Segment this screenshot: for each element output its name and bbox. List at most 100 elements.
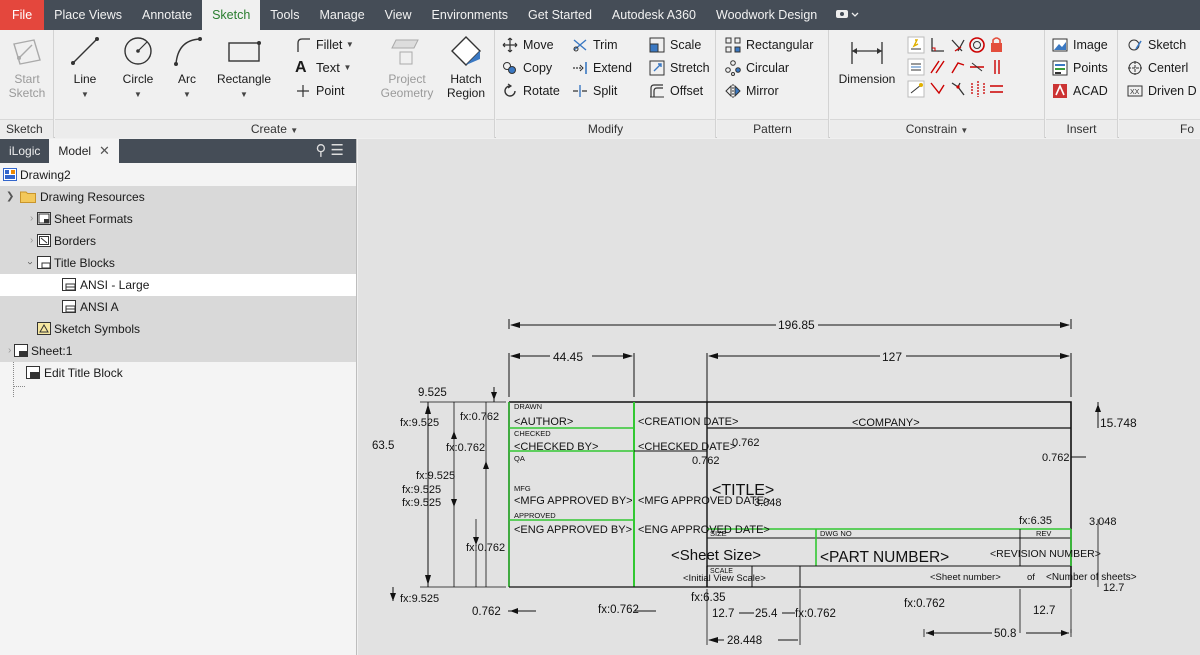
rectangular-pattern-button[interactable]: Rectangular bbox=[725, 34, 813, 56]
line-button[interactable]: Line ▼ bbox=[59, 34, 111, 102]
tab-woodwork-design[interactable]: Woodwork Design bbox=[706, 0, 827, 30]
hatch-region-button[interactable]: Hatch Region bbox=[440, 34, 492, 100]
arc-button[interactable]: Arc ▼ bbox=[161, 34, 213, 102]
point-button[interactable]: Point bbox=[295, 80, 345, 102]
tab-model[interactable]: Model ✕ bbox=[49, 139, 119, 163]
circular-pattern-button[interactable]: Circular bbox=[725, 57, 789, 79]
chevron-right-icon[interactable]: › bbox=[30, 208, 33, 230]
stretch-button[interactable]: Stretch bbox=[649, 57, 710, 79]
sheet-size-field[interactable]: <Sheet Size> bbox=[671, 547, 761, 564]
eng-approved-by-field[interactable]: <ENG APPROVED BY> bbox=[514, 524, 632, 536]
circle-button[interactable]: Circle ▼ bbox=[112, 34, 164, 102]
creation-date-field[interactable]: <CREATION DATE> bbox=[638, 416, 738, 428]
constrain-panel-title[interactable]: Constrain ▼ bbox=[830, 119, 1044, 138]
move-button[interactable]: Move bbox=[502, 34, 554, 56]
tree-item-drawing-resources[interactable]: ❯ Drawing Resources bbox=[0, 186, 356, 208]
vertical-icon[interactable] bbox=[994, 60, 1000, 74]
rectangle-button[interactable]: Rectangle ▼ bbox=[214, 34, 274, 102]
collinear-icon[interactable] bbox=[907, 58, 925, 76]
points-button[interactable]: Points bbox=[1052, 57, 1108, 79]
tangent-icon[interactable] bbox=[951, 39, 965, 52]
tab-get-started[interactable]: Get Started bbox=[518, 0, 602, 30]
tab-sketch[interactable]: Sketch bbox=[202, 0, 261, 30]
dimension-annotations[interactable]: 63.5 9.525 fx:9.525 fx:0.762 fx:0.762 fx… bbox=[372, 387, 1137, 647]
concentric-icon[interactable] bbox=[969, 37, 985, 53]
tab-tools[interactable]: Tools bbox=[260, 0, 309, 30]
mfg-approved-by-field[interactable]: <MFG APPROVED BY> bbox=[514, 495, 633, 507]
symmetric-icon[interactable] bbox=[930, 82, 945, 95]
start-sketch-button[interactable]: Start Sketch bbox=[1, 34, 53, 100]
mirror-button[interactable]: Mirror bbox=[725, 80, 779, 102]
rotate-button[interactable]: Rotate bbox=[502, 80, 560, 102]
coincident-icon[interactable] bbox=[907, 36, 925, 54]
horizontal-icon[interactable] bbox=[970, 62, 984, 72]
part-number-field[interactable]: <PART NUMBER> bbox=[820, 549, 949, 566]
tree-item-ansi-a[interactable]: ANSI A bbox=[0, 296, 356, 318]
project-geometry-button[interactable]: Project Geometry bbox=[378, 34, 436, 100]
company-field[interactable]: <COMPANY> bbox=[852, 417, 920, 429]
split-button[interactable]: Split bbox=[572, 80, 617, 102]
text-button[interactable]: A Text ▼ bbox=[295, 57, 351, 79]
dim-line-width-right: 0.762 bbox=[1042, 452, 1070, 464]
copy-button[interactable]: Copy bbox=[502, 57, 552, 79]
smooth-icon[interactable] bbox=[951, 62, 965, 74]
tab-place-views[interactable]: Place Views bbox=[44, 0, 132, 30]
tab-view[interactable]: View bbox=[375, 0, 422, 30]
eng-approved-date-field[interactable]: <ENG APPROVED DATE> bbox=[638, 524, 770, 536]
revision-number-field[interactable]: <REVISION NUMBER> bbox=[990, 548, 1101, 560]
checked-by-field[interactable]: <CHECKED BY> bbox=[514, 441, 598, 453]
tree-item-ansi-large[interactable]: ANSI - Large bbox=[0, 274, 356, 296]
trim-button[interactable]: Trim bbox=[572, 34, 618, 56]
fillet-button[interactable]: Fillet ▼ bbox=[295, 34, 354, 56]
chevron-down-icon[interactable]: ❯ bbox=[6, 186, 14, 208]
ribbon-options-icon[interactable] bbox=[827, 8, 869, 23]
sketch-only-button[interactable]: Sketch bbox=[1127, 34, 1186, 56]
offset-button[interactable]: Offset bbox=[649, 80, 703, 102]
drawing-canvas[interactable]: 196.85 44.45 127 DRAWN <AUTHOR> <CREATIO… bbox=[358, 139, 1200, 655]
equal-length-icon[interactable] bbox=[990, 85, 1003, 93]
tree-item-drawing[interactable]: Drawing2 bbox=[0, 164, 356, 186]
chevron-right-icon[interactable]: › bbox=[30, 230, 33, 252]
parallel-icon[interactable] bbox=[930, 60, 945, 74]
extend-button[interactable]: Extend bbox=[572, 57, 632, 79]
centerline-button[interactable]: Centerl bbox=[1127, 57, 1188, 79]
checked-date-field[interactable]: <CHECKED DATE> bbox=[638, 441, 736, 453]
tab-file[interactable]: File bbox=[0, 0, 45, 30]
tree-item-borders[interactable]: › Borders bbox=[0, 230, 356, 252]
title-block-sketch[interactable]: 196.85 44.45 127 DRAWN <AUTHOR> <CREATIO… bbox=[358, 139, 1200, 655]
tab-autodesk-a360[interactable]: Autodesk A360 bbox=[602, 0, 706, 30]
dimension-button[interactable]: Dimension bbox=[834, 38, 900, 86]
tree-item-sheet1[interactable]: › Sheet:1 bbox=[0, 340, 356, 362]
dimension-overall-width[interactable]: 196.85 bbox=[508, 317, 1072, 332]
tree-item-sheet-formats[interactable]: › Sheet Formats bbox=[0, 208, 356, 230]
author-field[interactable]: <AUTHOR> bbox=[514, 416, 573, 428]
create-panel-title[interactable]: Create ▼ bbox=[55, 119, 494, 138]
arc-icon bbox=[174, 37, 202, 66]
dimension-left-section[interactable]: 44.45 bbox=[508, 349, 635, 397]
tab-annotate[interactable]: Annotate bbox=[132, 0, 202, 30]
tab-manage[interactable]: Manage bbox=[309, 0, 374, 30]
chevron-right-icon[interactable]: › bbox=[8, 340, 11, 362]
tab-environments[interactable]: Environments bbox=[422, 0, 518, 30]
sketch-panel: Start Sketch Sketch bbox=[0, 30, 54, 138]
image-button[interactable]: Image bbox=[1052, 34, 1108, 56]
perpendicular-icon[interactable] bbox=[931, 38, 944, 52]
tree-item-edit-title-block[interactable]: Edit Title Block bbox=[0, 362, 356, 384]
tab-ilogic[interactable]: iLogic bbox=[0, 139, 49, 163]
close-icon[interactable]: ✕ bbox=[99, 143, 110, 158]
fix-icon[interactable] bbox=[991, 37, 1002, 52]
constraint-fix-icon[interactable] bbox=[951, 82, 965, 96]
acad-button[interactable]: ACAD bbox=[1052, 80, 1108, 102]
fx-label: fx:9.525 bbox=[400, 593, 439, 605]
search-icon[interactable]: ⚲ bbox=[316, 142, 331, 159]
scale-button[interactable]: Scale bbox=[649, 34, 701, 56]
driven-dimension-button[interactable]: XX Driven D bbox=[1127, 80, 1197, 102]
tree-item-sketch-symbols[interactable]: Sketch Symbols bbox=[0, 318, 356, 340]
tree-item-title-blocks[interactable]: › Title Blocks bbox=[0, 252, 356, 274]
menu-icon[interactable]: ☰ bbox=[331, 142, 348, 159]
initial-view-scale-field[interactable]: <Initial View Scale> bbox=[683, 573, 766, 584]
symmetry-icon[interactable] bbox=[971, 81, 985, 97]
sheet-number-field[interactable]: <Sheet number> bbox=[930, 572, 1001, 583]
equal-icon[interactable] bbox=[907, 80, 925, 98]
text-icon: A bbox=[295, 59, 307, 76]
